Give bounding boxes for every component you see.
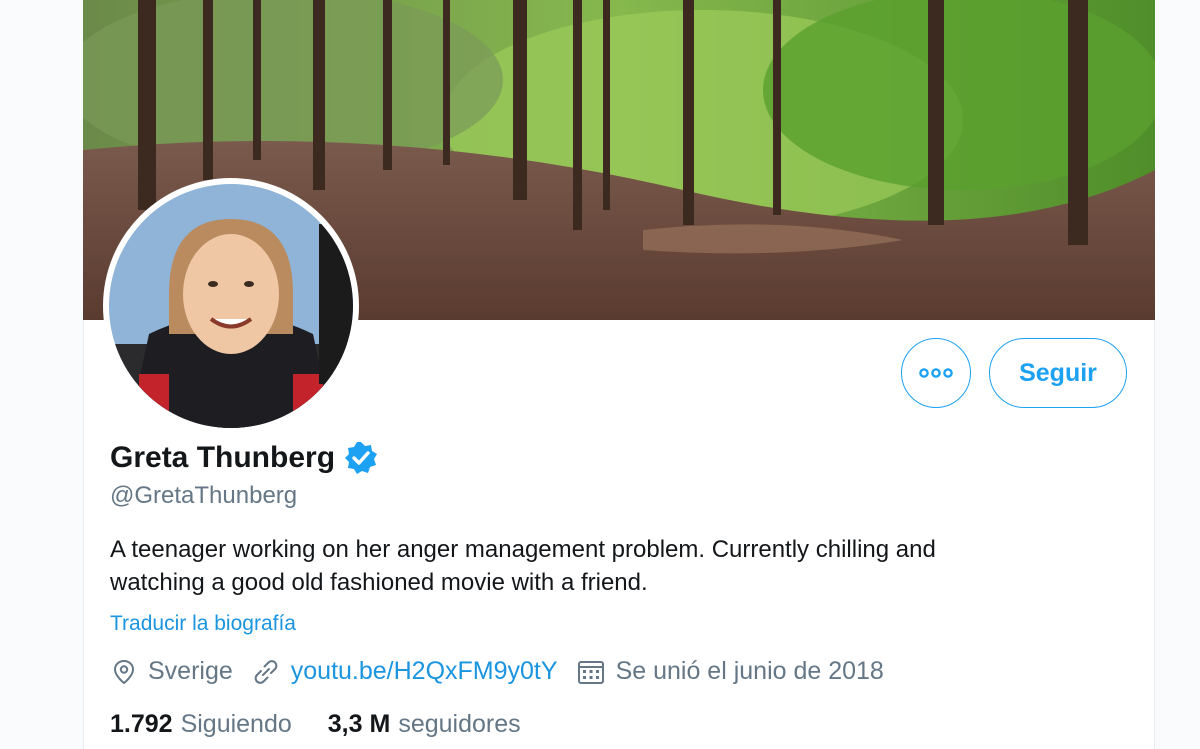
- profile-avatar[interactable]: [103, 178, 359, 434]
- profile-location: Sverige: [110, 657, 233, 686]
- link-icon: [254, 659, 278, 684]
- location-pin-icon: [113, 659, 135, 684]
- profile-name: Greta Thunberg: [110, 441, 336, 474]
- verified-badge-icon: [343, 440, 379, 476]
- profile-bio: A teenager working on her anger manageme…: [110, 533, 1110, 599]
- bio-line: A teenager working on her anger manageme…: [110, 536, 936, 563]
- ellipsis-icon: [919, 368, 953, 378]
- location-text: Sverige: [148, 657, 233, 685]
- website-link[interactable]: youtu.be/H2QxFM9y0tY: [291, 657, 558, 686]
- followers-label: seguidores: [398, 710, 521, 738]
- follow-button-label: Seguir: [1019, 358, 1097, 387]
- translate-bio-link[interactable]: Traducir la biografía: [110, 612, 296, 636]
- profile-name-row: Greta Thunberg: [110, 440, 379, 476]
- profile-website[interactable]: youtu.be/H2QxFM9y0tY: [251, 657, 558, 686]
- profile-joined: Se unió el junio de 2018: [576, 657, 884, 686]
- calendar-icon: [577, 660, 604, 684]
- profile-meta: Sverige youtu.be/H2QxFM9y0tY Se unió el …: [110, 657, 902, 686]
- bio-line: watching a good old fashioned movie with…: [110, 569, 648, 596]
- followers-count: 3,3 M: [327, 710, 391, 738]
- profile-handle: @GretaThunberg: [110, 482, 298, 509]
- right-gutter: [1155, 0, 1200, 749]
- following-count: 1.792: [110, 710, 173, 738]
- avatar-image: [109, 184, 353, 428]
- followers-count-link[interactable]: 3,3 Mseguidores: [328, 710, 521, 739]
- following-label: Siguiendo: [180, 710, 292, 738]
- follow-button[interactable]: Seguir: [989, 338, 1127, 408]
- profile-counts: 1.792 Siguiendo 3,3 Mseguidores: [110, 710, 557, 739]
- following-count-link[interactable]: 1.792 Siguiendo: [110, 710, 292, 739]
- left-gutter: [0, 0, 83, 749]
- more-options-button[interactable]: [901, 338, 971, 408]
- joined-text: Se unió el junio de 2018: [615, 657, 884, 685]
